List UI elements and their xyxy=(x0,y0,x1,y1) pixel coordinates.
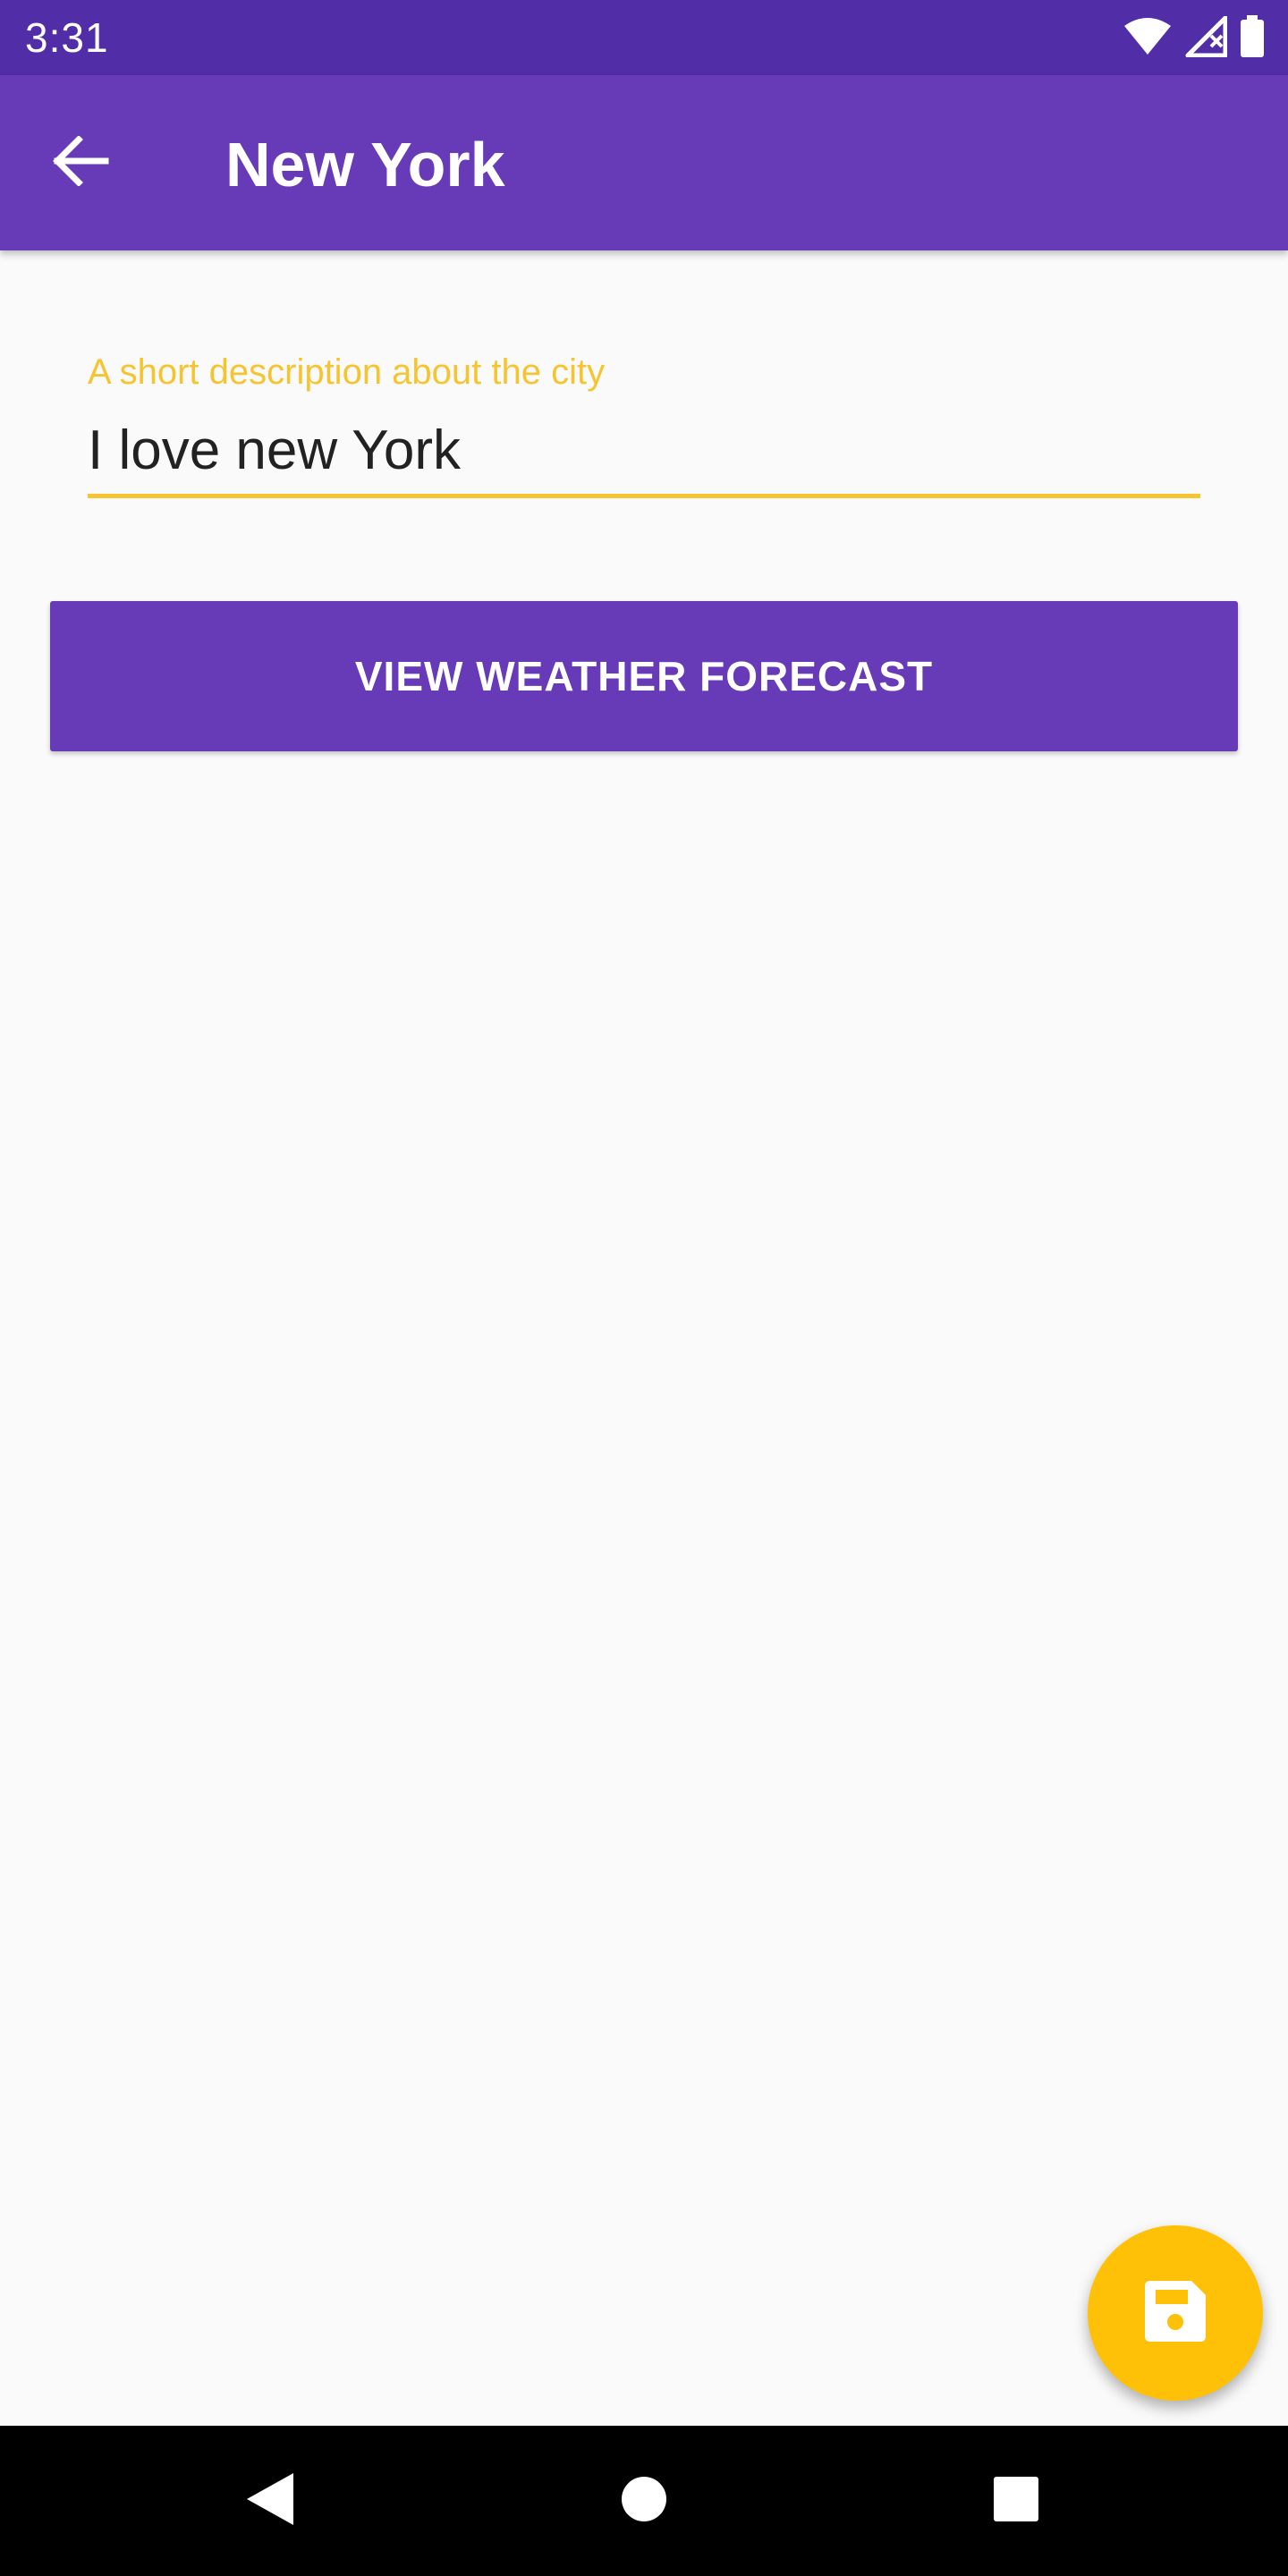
wifi-icon xyxy=(1123,17,1172,61)
back-button[interactable] xyxy=(34,116,127,209)
recents-square-icon xyxy=(993,2476,1039,2527)
description-label: A short description about the city xyxy=(88,352,606,392)
nav-back-button[interactable] xyxy=(234,2465,306,2537)
app-bar: New York xyxy=(0,75,1288,250)
home-circle-icon xyxy=(621,2476,667,2527)
navigation-bar xyxy=(0,2426,1288,2576)
status-icons xyxy=(1123,14,1265,63)
nav-home-button[interactable] xyxy=(608,2465,680,2537)
arrow-back-icon xyxy=(52,134,109,191)
back-triangle-icon xyxy=(245,2471,295,2531)
battery-icon xyxy=(1240,14,1265,63)
description-input[interactable] xyxy=(88,411,1200,488)
save-fab[interactable] xyxy=(1088,2225,1263,2401)
status-bar: 3:31 xyxy=(0,0,1288,75)
save-icon xyxy=(1143,2279,1208,2348)
signal-icon xyxy=(1184,15,1228,62)
status-time: 3:31 xyxy=(25,14,109,61)
nav-recents-button[interactable] xyxy=(980,2465,1052,2537)
description-input-wrap xyxy=(88,411,1200,498)
description-field: A short description about the city xyxy=(88,349,1200,498)
page-title: New York xyxy=(225,130,505,199)
view-weather-forecast-button[interactable]: VIEW WEATHER FORECAST xyxy=(50,601,1238,751)
